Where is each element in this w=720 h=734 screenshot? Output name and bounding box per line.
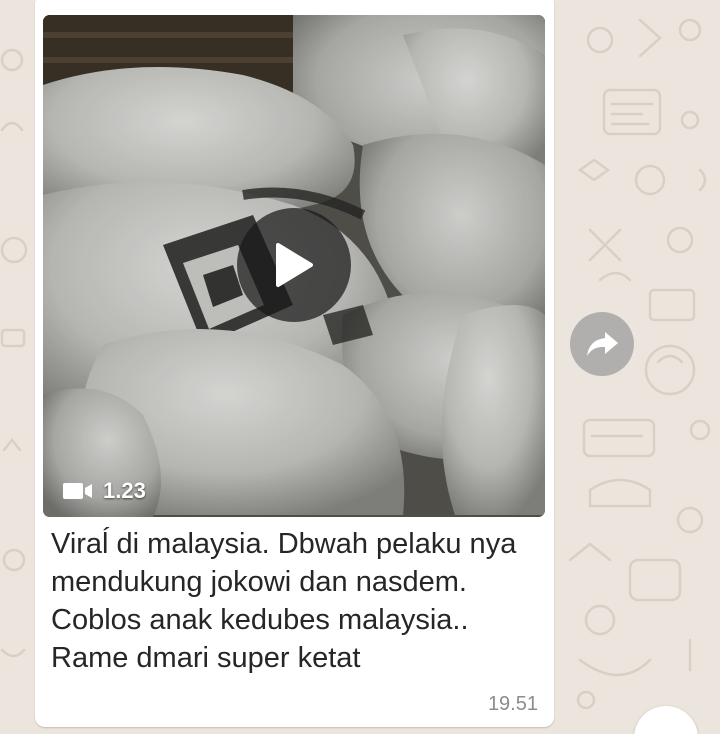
play-icon <box>276 243 313 287</box>
video-camera-icon <box>63 482 93 500</box>
video-duration-text: 1.23 <box>103 478 146 503</box>
message-caption: Viraĺ di malaysia. Dbwah pelaku nya mend… <box>51 528 517 674</box>
forward-button[interactable] <box>570 312 634 376</box>
video-message-bubble: 1.23 Viraĺ di malaysia. Dbwah pelaku nya… <box>35 0 554 727</box>
message-timestamp: 19.51 <box>487 693 538 715</box>
play-button[interactable] <box>237 208 351 322</box>
forward-icon <box>587 332 618 356</box>
video-thumbnail[interactable]: 1.23 <box>43 15 545 517</box>
video-duration: 1.23 <box>63 478 146 504</box>
